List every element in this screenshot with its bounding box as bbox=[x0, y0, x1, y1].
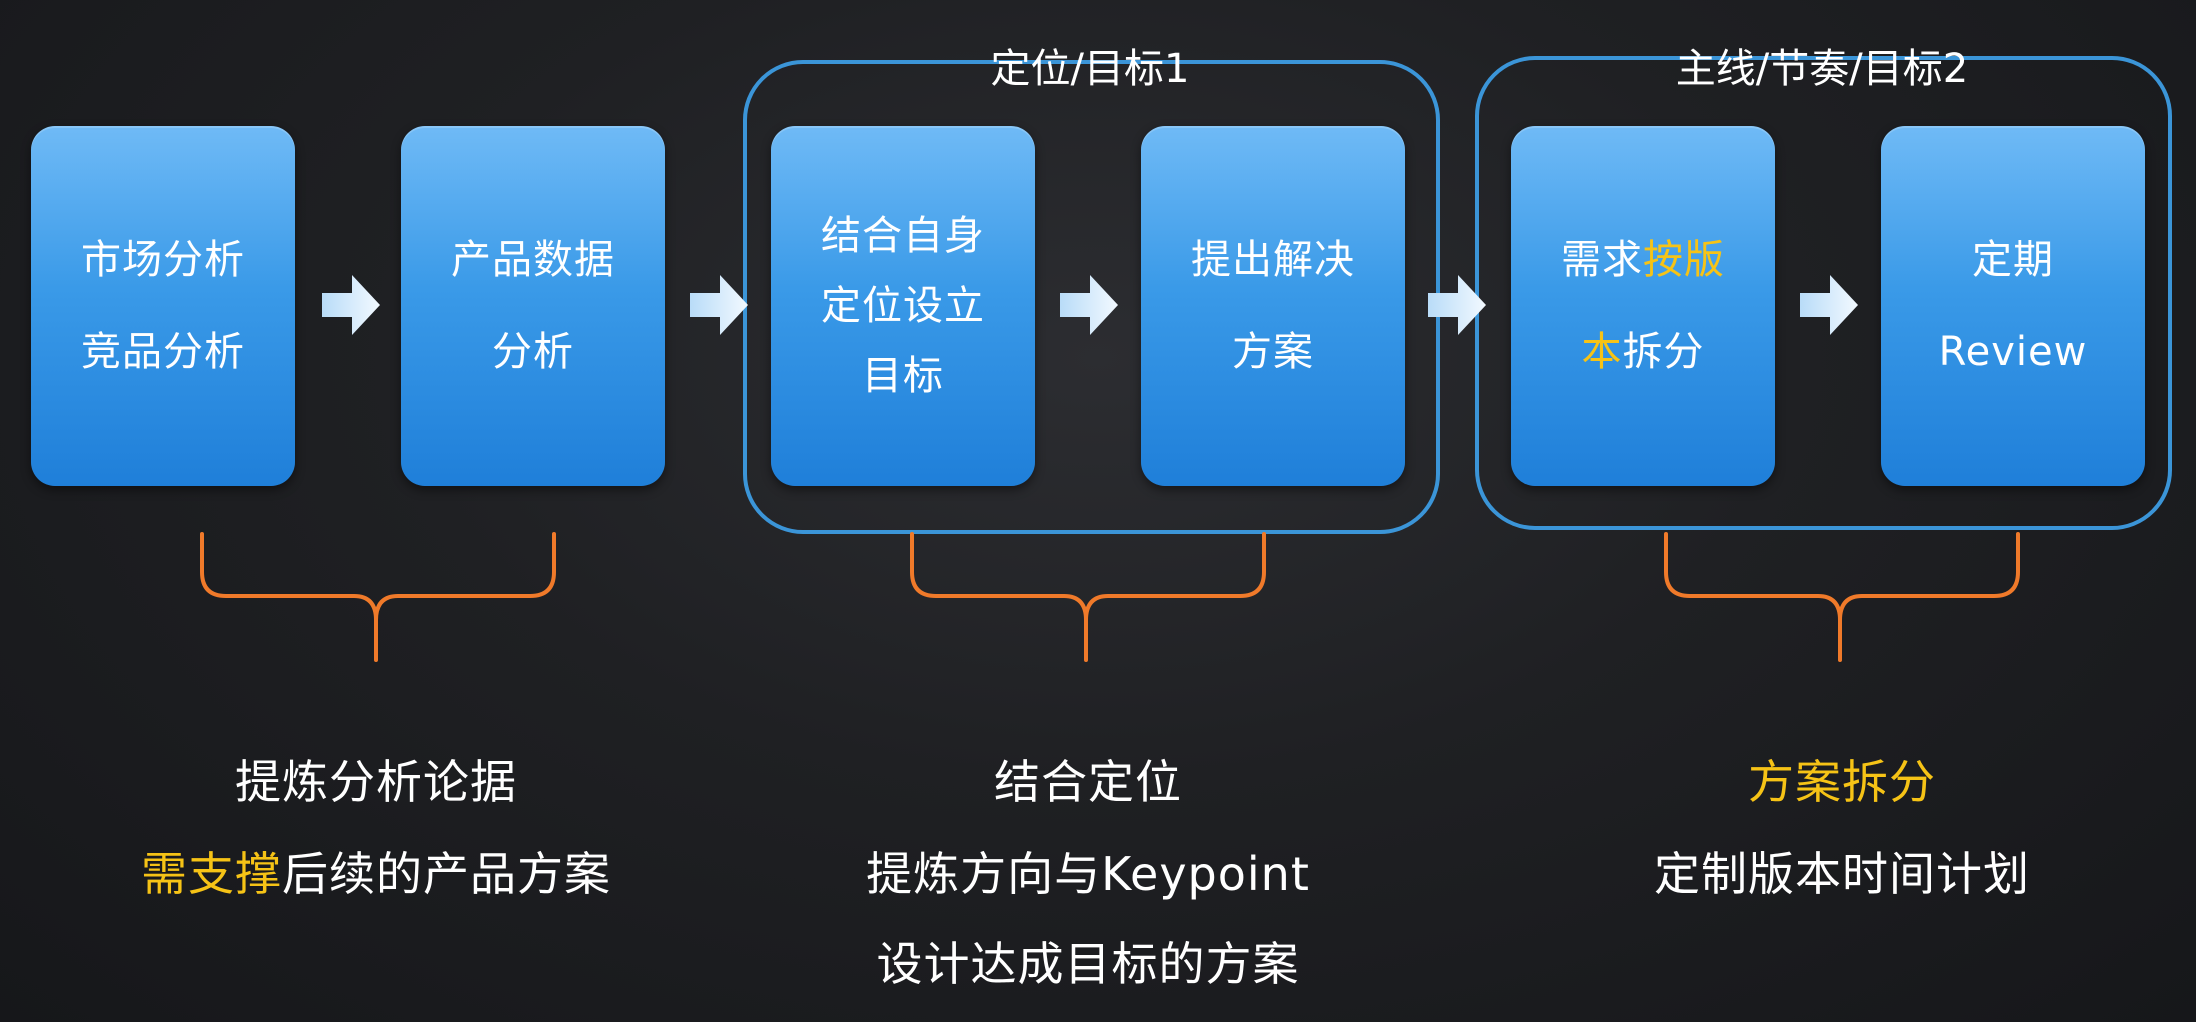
box-propose-solution: 提出解决 方案 bbox=[1141, 126, 1405, 486]
caption-middle-line-1: 结合定位 bbox=[994, 755, 1182, 809]
box-target-line-1: 结合自身 bbox=[821, 213, 985, 259]
right-arrow-icon bbox=[1428, 275, 1486, 335]
box-split-line-1-white: 需求 bbox=[1561, 237, 1643, 283]
box-product-data: 产品数据 分析 bbox=[401, 126, 665, 486]
caption-left-line-1: 提炼分析论据 bbox=[235, 755, 517, 809]
curly-brace-icon bbox=[200, 532, 556, 662]
right-arrow-icon bbox=[1800, 275, 1858, 335]
box-split-line-2: 本拆分 bbox=[1582, 306, 1705, 398]
box-review-line-1: 定期 bbox=[1972, 237, 2054, 283]
caption-middle-line-3: 设计达成目标的方案 bbox=[876, 937, 1300, 991]
box-target-line-2: 定位设立 bbox=[821, 283, 985, 329]
curly-brace-icon bbox=[1664, 532, 2020, 662]
right-arrow-icon bbox=[1060, 275, 1118, 335]
right-arrow-icon bbox=[690, 275, 748, 335]
box-version-split: 需求按版 本拆分 bbox=[1511, 126, 1775, 486]
curly-brace-icon bbox=[910, 532, 1266, 662]
caption-right-line-2: 定制版本时间计划 bbox=[1654, 847, 2030, 901]
group-title-positioning: 定位/目标1 bbox=[990, 46, 1190, 92]
caption-left-line-2: 需支撑后续的产品方案 bbox=[141, 838, 611, 904]
box-review-line-2: Review bbox=[1938, 329, 2088, 375]
box-split-line-2-highlight: 本 bbox=[1581, 329, 1623, 375]
box-solution-line-1: 提出解决 bbox=[1191, 237, 1355, 283]
box-data-line-1: 产品数据 bbox=[451, 237, 615, 283]
caption-left-line-2-rest: 后续的产品方案 bbox=[282, 847, 611, 901]
box-market-line-1: 市场分析 bbox=[81, 237, 245, 283]
caption-middle-line-2: 提炼方向与Keypoint bbox=[866, 847, 1310, 901]
right-arrow-icon bbox=[322, 275, 380, 335]
box-split-line-1: 需求按版 bbox=[1561, 214, 1725, 306]
caption-left-line-2-highlight: 需支撑 bbox=[141, 847, 282, 901]
box-market-analysis: 市场分析 竞品分析 bbox=[31, 126, 295, 486]
box-target-line-3: 目标 bbox=[862, 353, 944, 399]
box-market-line-2: 竞品分析 bbox=[81, 329, 245, 375]
group-title-mainline: 主线/节奏/目标2 bbox=[1675, 46, 1969, 92]
caption-right-line-1-highlight: 方案拆分 bbox=[1748, 755, 1936, 809]
box-solution-line-2: 方案 bbox=[1232, 329, 1314, 375]
box-split-line-2-white: 拆分 bbox=[1622, 329, 1705, 375]
box-periodic-review: 定期 Review bbox=[1881, 126, 2145, 486]
process-diagram: 定位/目标1 主线/节奏/目标2 市场分析 竞品分析 产品数据 分析 结合自身 … bbox=[0, 0, 2196, 1022]
box-data-line-2: 分析 bbox=[492, 329, 574, 375]
box-split-line-1-highlight: 按版 bbox=[1643, 237, 1725, 283]
box-set-target: 结合自身 定位设立 目标 bbox=[771, 126, 1035, 486]
caption-right-line-1: 方案拆分 bbox=[1748, 746, 1936, 812]
